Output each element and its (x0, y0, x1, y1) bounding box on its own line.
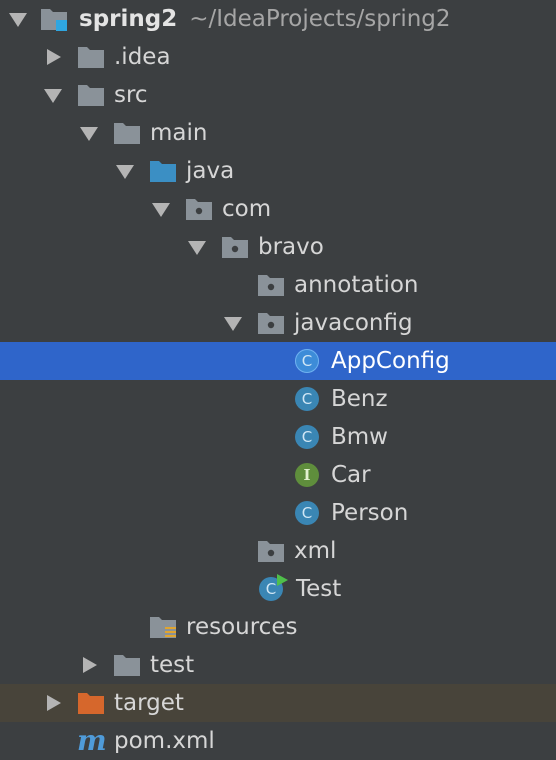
tree-row-test-class[interactable]: C Test (0, 570, 556, 608)
excluded-folder-icon (78, 693, 104, 714)
class-icon: C (295, 501, 319, 525)
com-package-label: com (222, 196, 272, 222)
javaconfig-package-label: javaconfig (294, 310, 413, 336)
tree-row-src[interactable]: src (0, 76, 556, 114)
package-icon (186, 199, 212, 220)
class-icon: C (295, 425, 319, 449)
maven-icon: m (77, 724, 107, 757)
tree-row-bmw[interactable]: C Bmw (0, 418, 556, 456)
expand-arrow-down-icon[interactable] (113, 152, 137, 190)
tree-row-resources[interactable]: resources (0, 608, 556, 646)
tree-row-person[interactable]: C Person (0, 494, 556, 532)
interface-icon: I (295, 463, 319, 487)
tree-row-annotation[interactable]: annotation (0, 266, 556, 304)
expand-arrow-down-icon[interactable] (149, 190, 173, 228)
tree-row-pom[interactable]: m pom.xml (0, 722, 556, 760)
module-folder-icon (41, 9, 67, 31)
tree-row-appconfig[interactable]: C AppConfig (0, 342, 556, 380)
tree-row-main[interactable]: main (0, 114, 556, 152)
annotation-package-label: annotation (294, 272, 419, 298)
tree-row-benz[interactable]: C Benz (0, 380, 556, 418)
source-folder-icon (150, 161, 176, 182)
class-label: Benz (331, 386, 388, 412)
tree-row-target[interactable]: target (0, 684, 556, 722)
folder-icon (78, 47, 104, 68)
collapse-arrow-right-icon[interactable] (41, 38, 65, 76)
resources-folder-icon (150, 617, 176, 638)
resources-folder-label: resources (186, 614, 298, 640)
pom-file-label: pom.xml (114, 728, 215, 754)
class-icon: C (295, 387, 319, 411)
main-folder-label: main (150, 120, 208, 146)
class-label: AppConfig (331, 348, 450, 374)
src-folder-label: src (114, 82, 148, 108)
project-name: spring2 ~/IdeaProjects/spring2 (79, 5, 451, 33)
expand-arrow-down-icon[interactable] (6, 0, 30, 38)
tree-row-project-root[interactable]: spring2 ~/IdeaProjects/spring2 (0, 0, 556, 38)
tree-row-java[interactable]: java (0, 152, 556, 190)
project-tree: spring2 ~/IdeaProjects/spring2 .idea src … (0, 0, 556, 758)
tree-row-idea[interactable]: .idea (0, 38, 556, 76)
package-icon (258, 275, 284, 296)
folder-icon (114, 123, 140, 144)
expand-arrow-down-icon[interactable] (185, 228, 209, 266)
tree-row-test-folder[interactable]: test (0, 646, 556, 684)
tree-row-bravo[interactable]: bravo (0, 228, 556, 266)
package-icon (222, 237, 248, 258)
java-folder-label: java (186, 158, 235, 184)
expand-arrow-down-icon[interactable] (221, 304, 245, 342)
class-label: Person (331, 500, 409, 526)
idea-folder-label: .idea (114, 44, 171, 70)
project-name-text: spring2 (79, 6, 178, 32)
test-folder-label: test (150, 652, 195, 678)
project-path: ~/IdeaProjects/spring2 (189, 6, 451, 32)
expand-arrow-down-icon[interactable] (77, 114, 101, 152)
package-icon (258, 313, 284, 334)
collapse-arrow-right-icon[interactable] (41, 684, 65, 722)
xml-package-label: xml (294, 538, 337, 564)
class-label: Bmw (331, 424, 388, 450)
bravo-package-label: bravo (258, 234, 324, 260)
tree-row-car[interactable]: I Car (0, 456, 556, 494)
target-folder-label: target (114, 690, 184, 716)
run-marker-icon (277, 574, 288, 586)
tree-row-com[interactable]: com (0, 190, 556, 228)
class-icon: C (295, 349, 319, 373)
tree-row-javaconfig[interactable]: javaconfig (0, 304, 556, 342)
package-icon (258, 541, 284, 562)
folder-icon (78, 85, 104, 106)
interface-label: Car (331, 462, 371, 488)
collapse-arrow-right-icon[interactable] (77, 646, 101, 684)
folder-icon (114, 655, 140, 676)
tree-row-xml[interactable]: xml (0, 532, 556, 570)
test-class-label: Test (296, 576, 342, 602)
expand-arrow-down-icon[interactable] (41, 76, 65, 114)
